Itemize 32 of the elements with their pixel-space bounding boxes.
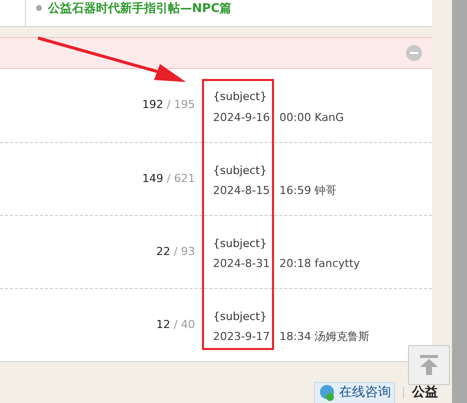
- reply-count: 149: [142, 172, 164, 185]
- thread-subject[interactable]: {subject}: [213, 236, 360, 252]
- brand-text: 公益: [412, 384, 438, 402]
- author-link[interactable]: KanG: [314, 110, 344, 124]
- author-link[interactable]: fancytty: [314, 257, 360, 270]
- view-count: 621: [174, 172, 195, 185]
- post-date: 2024-8-15 16:59: [213, 184, 312, 197]
- online-consult-button[interactable]: 在线咨询: [314, 382, 395, 403]
- reply-count: 192: [142, 98, 164, 112]
- arrow-up-icon: [420, 355, 438, 375]
- view-count: 195: [174, 98, 195, 112]
- collapse-button[interactable]: [406, 45, 422, 61]
- chat-bubble-icon: [318, 384, 336, 402]
- reply-count: 22: [156, 244, 170, 258]
- scrollbar[interactable]: [452, 0, 467, 403]
- post-date: 2024-9-16 00:00: [213, 110, 312, 124]
- post-date: 2023-9-17 18:34: [213, 330, 312, 343]
- back-to-top-button[interactable]: [408, 345, 450, 385]
- view-count: 93: [181, 244, 195, 258]
- thread-subject[interactable]: {subject}: [213, 308, 370, 325]
- post-date: 2024-8-31 20:18: [213, 257, 312, 270]
- bullet-icon: [36, 4, 42, 10]
- reply-count: 12: [156, 318, 170, 331]
- thread-subject[interactable]: {subject}: [213, 89, 344, 106]
- slash: /: [166, 98, 172, 112]
- slash: /: [172, 318, 178, 331]
- author-link[interactable]: 钟哥: [314, 184, 337, 197]
- author-link[interactable]: 汤姆克鲁斯: [314, 330, 370, 343]
- slash: /: [166, 172, 172, 185]
- view-count: 40: [181, 318, 195, 331]
- slash: /: [172, 244, 178, 258]
- thread-subject[interactable]: {subject}: [213, 162, 337, 179]
